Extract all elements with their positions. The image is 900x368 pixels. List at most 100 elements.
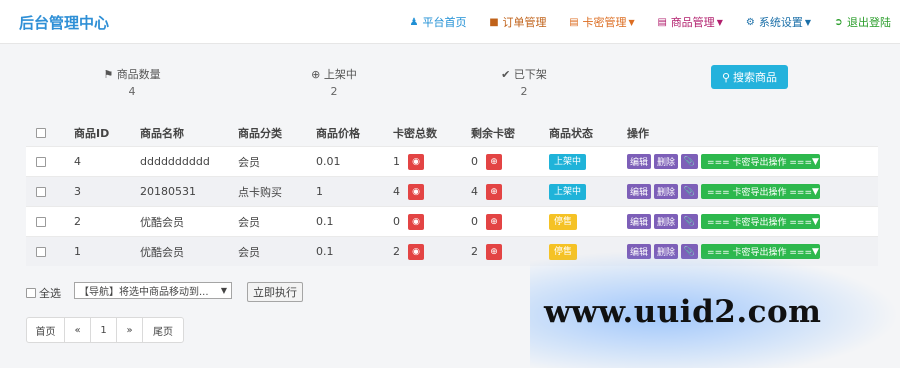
search-icon: ⚲: [721, 70, 731, 84]
top-navbar: 后台管理中心 ♟ 平台首页 ■ 订单管理 ▤ 卡密管理 ▼ ▤ 商品管理 ▼ ⚙…: [0, 0, 900, 44]
product-name: 优酷会员: [140, 215, 184, 229]
pagination: 首页 « 1 » 尾页: [26, 317, 184, 343]
table-row: 3 20180531 点卡购买 1 4 ◉ 4 ⊕ 上架中 编辑 删除 📎 === …: [26, 176, 878, 206]
nav-card-management[interactable]: ▤ 卡密管理 ▼: [569, 14, 635, 30]
move-to-category-select[interactable]: 【导航】将选中商品移动到... ▼: [74, 282, 232, 299]
add-circle-icon[interactable]: ⊕: [486, 213, 502, 230]
product-category: 会员: [238, 155, 260, 169]
product-category: 点卡购买: [238, 185, 282, 199]
row-checkbox[interactable]: [36, 186, 46, 197]
stat-label: 上架中: [323, 68, 357, 81]
nav-label: 订单管理: [502, 16, 547, 29]
page-1-link[interactable]: 1: [91, 318, 117, 342]
nav-system-settings[interactable]: ⚙ 系统设置 ▼: [745, 14, 811, 30]
caret-down-icon: ▼: [716, 17, 723, 27]
eye-icon[interactable]: ◉: [408, 213, 424, 230]
row-checkbox[interactable]: [36, 156, 46, 167]
col-header-category: 商品分类: [238, 126, 282, 140]
card-export-select[interactable]: === 卡密导出操作 ===▼: [701, 184, 821, 199]
product-price: 0.1: [316, 245, 334, 258]
products-table: 商品ID 商品名称 商品分类 商品价格 卡密总数 剩余卡密 商品状态 操作 4 …: [26, 119, 878, 266]
caret-down-icon: ▼: [628, 17, 635, 27]
select-all-checkbox[interactable]: [26, 288, 36, 298]
prev-page-link[interactable]: «: [65, 318, 91, 342]
edit-button[interactable]: 编辑: [627, 154, 652, 169]
stat-value: 2: [330, 85, 338, 98]
paperclip-icon[interactable]: 📎: [681, 154, 699, 169]
check-icon: ✔: [501, 68, 511, 81]
delete-button[interactable]: 删除: [654, 214, 679, 229]
caret-down-icon: ▼: [812, 156, 819, 167]
first-page-link[interactable]: 首页: [27, 318, 65, 342]
product-id: 1: [74, 245, 81, 258]
product-id: 3: [74, 185, 81, 198]
gear-icon: ⚙: [745, 16, 755, 28]
stat-product-count: ⚑ 商品数量 4: [26, 58, 238, 100]
col-header-name: 商品名称: [140, 126, 184, 140]
eye-icon[interactable]: ◉: [408, 243, 424, 260]
edit-button[interactable]: 编辑: [627, 184, 652, 199]
brand-title[interactable]: 后台管理中心: [19, 12, 109, 33]
col-header-id: 商品ID: [74, 126, 110, 140]
add-circle-icon[interactable]: ⊕: [486, 243, 502, 260]
logout-icon: ➲: [834, 16, 843, 28]
remaining-cards: 0: [471, 155, 478, 168]
product-id: 4: [74, 155, 81, 168]
stats-bar: ⚑ 商品数量 4 ⊕ 上架中 2 ✔ 已下架 2 ⚲ 搜索商品: [26, 58, 878, 102]
table-row: 4 dddddddddd 会员 0.01 1 ◉ 0 ⊕ 上架中 编辑 删除 📎 =…: [26, 146, 878, 176]
caret-down-icon: ▼: [812, 186, 819, 197]
search-button-label: 搜索商品: [733, 71, 778, 84]
total-cards: 1: [393, 155, 400, 168]
nav-label: 退出登陆: [847, 16, 891, 29]
eye-icon[interactable]: ◉: [408, 153, 424, 170]
add-circle-icon[interactable]: ⊕: [486, 183, 502, 200]
nav-product-management[interactable]: ▤ 商品管理 ▼: [657, 14, 723, 30]
table-header: 商品ID 商品名称 商品分类 商品价格 卡密总数 剩余卡密 商品状态 操作: [26, 119, 878, 146]
add-circle-icon[interactable]: ⊕: [486, 153, 502, 170]
caret-down-icon: ▼: [812, 216, 819, 227]
row-checkbox[interactable]: [36, 216, 46, 227]
remaining-cards: 0: [471, 215, 478, 228]
product-price: 1: [316, 185, 323, 198]
edit-button[interactable]: 编辑: [627, 214, 652, 229]
delete-button[interactable]: 删除: [654, 184, 679, 199]
status-badge: 上架中: [549, 183, 587, 200]
nav-label: 平台首页: [422, 16, 467, 29]
card-export-select[interactable]: === 卡密导出操作 ===▼: [701, 214, 821, 229]
nav-platform-home[interactable]: ♟ 平台首页: [409, 14, 467, 30]
stat-off-shelf: ✔ 已下架 2: [418, 58, 630, 100]
nav-order-management[interactable]: ■ 订单管理: [489, 14, 547, 30]
nav-label: 商品管理: [670, 16, 715, 29]
paperclip-icon[interactable]: 📎: [681, 184, 699, 199]
export-label: === 卡密导出操作 ===: [707, 188, 812, 198]
eye-icon[interactable]: ◉: [408, 183, 424, 200]
stat-label: 已下架: [513, 68, 547, 81]
flag-icon: ⚑: [103, 68, 114, 81]
next-page-link[interactable]: »: [117, 318, 143, 342]
row-checkbox[interactable]: [36, 246, 46, 257]
status-badge: 停售: [549, 213, 578, 230]
select-all[interactable]: 全选: [26, 285, 61, 301]
remaining-cards: 4: [471, 185, 478, 198]
delete-button[interactable]: 删除: [654, 154, 679, 169]
product-name: dddddddddd: [140, 155, 210, 168]
export-label: === 卡密导出操作 ===: [707, 158, 812, 168]
product-name: 优酷会员: [140, 245, 184, 259]
execute-button[interactable]: 立即执行: [247, 282, 303, 302]
paperclip-icon[interactable]: 📎: [681, 214, 699, 229]
last-page-link[interactable]: 尾页: [143, 318, 183, 342]
col-header-status: 商品状态: [549, 126, 593, 140]
nav-label: 卡密管理: [582, 16, 627, 29]
total-cards: 0: [393, 215, 400, 228]
col-header-price: 商品价格: [316, 126, 360, 140]
col-header-actions: 操作: [627, 126, 649, 140]
card-export-select[interactable]: === 卡密导出操作 ===▼: [701, 154, 821, 169]
remaining-cards: 2: [471, 245, 478, 258]
total-cards: 2: [393, 245, 400, 258]
search-products-button[interactable]: ⚲ 搜索商品: [711, 65, 788, 89]
nav-logout[interactable]: ➲ 退出登陆: [833, 14, 891, 30]
export-label: === 卡密导出操作 ===: [707, 218, 812, 228]
product-category: 会员: [238, 215, 260, 229]
select-all-checkbox-header[interactable]: [36, 127, 46, 138]
move-select-value: 【导航】将选中商品移动到...: [79, 287, 209, 298]
